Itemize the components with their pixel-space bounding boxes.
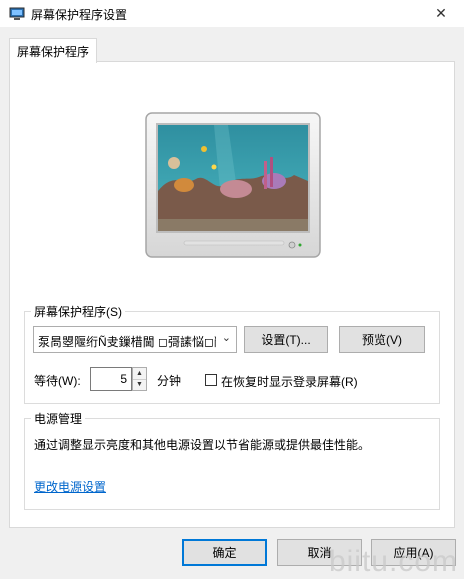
ok-button[interactable]: 确定 <box>182 539 267 566</box>
spin-down-icon[interactable]: ▼ <box>133 379 146 390</box>
preview-button[interactable]: 预览(V) <box>339 326 425 353</box>
power-description: 通过调整显示亮度和其他电源设置以节省能源或提供最佳性能。 <box>34 438 371 452</box>
wait-minutes-input[interactable] <box>90 367 132 391</box>
screensaver-group: 屏幕保护程序(S) <box>24 303 440 404</box>
screensaver-group-label: 屏幕保护程序(S) <box>31 303 125 320</box>
ok-button-label: 确定 <box>212 546 237 560</box>
resume-logon-checkbox[interactable] <box>205 374 217 386</box>
resume-logon-label[interactable]: 在恢复时显示登录屏幕(R) <box>221 373 358 390</box>
screensaver-app-icon <box>9 7 25 20</box>
monitor-preview-icon <box>145 112 321 258</box>
screensaver-select[interactable]: 泵晑曌隁绗Ñ叏鏁棤閫 ◻彁䛾悩◻敞 ⌄ <box>33 326 237 353</box>
change-power-settings-link[interactable]: 更改电源设置 <box>34 478 106 495</box>
title-bar: 屏幕保护程序设置 ✕ <box>0 0 464 27</box>
watermark: biitu.com <box>328 545 458 578</box>
close-icon: ✕ <box>435 5 447 21</box>
settings-button-label: 设置(T)... <box>261 333 311 347</box>
settings-button[interactable]: 设置(T)... <box>244 326 328 353</box>
cancel-button-label: 取消 <box>307 546 332 560</box>
wait-unit-label: 分钟 <box>157 374 182 388</box>
wait-label: 等待(W): <box>34 374 81 388</box>
wait-spinner: ▲ ▼ <box>132 367 147 391</box>
power-group-label: 电源管理 <box>31 410 86 427</box>
preview-button-label: 预览(V) <box>362 333 402 347</box>
screensaver-select-value: 泵晑曌隁绗Ñ叏鏁棤閫 ◻彁䛾悩◻敞 <box>38 335 216 349</box>
window-title: 屏幕保护程序设置 <box>31 8 128 22</box>
chevron-down-icon: ⌄ <box>221 332 231 344</box>
tab-screensaver[interactable]: 屏幕保护程序 <box>9 38 97 63</box>
close-button[interactable]: ✕ <box>418 0 464 27</box>
power-group: 电源管理 <box>24 410 440 510</box>
tab-label: 屏幕保护程序 <box>16 44 89 59</box>
